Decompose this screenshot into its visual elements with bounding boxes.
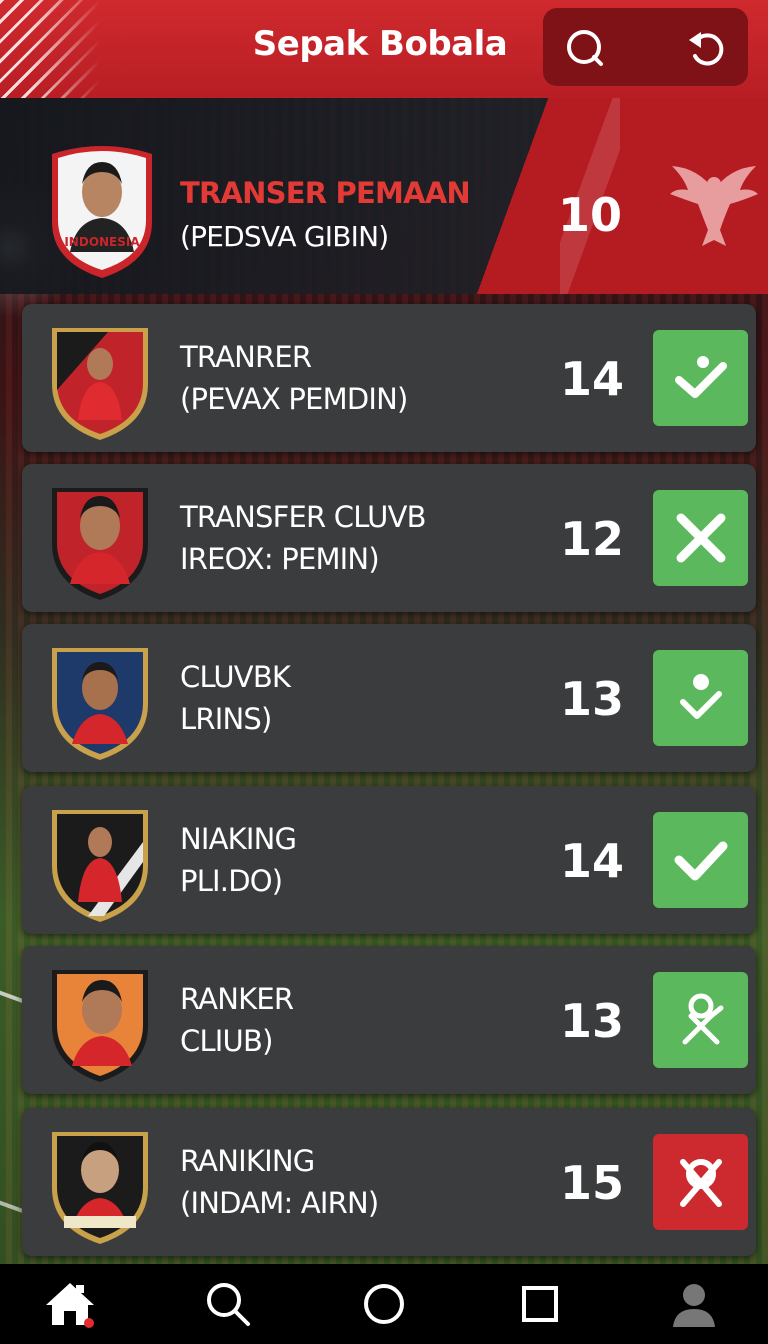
club-badge xyxy=(52,328,148,440)
search-icon xyxy=(567,30,603,66)
item-title: TRANRER xyxy=(180,340,312,374)
home-icon xyxy=(46,1283,94,1328)
item-subtitle: CLIUB) xyxy=(180,1024,273,1058)
undo-icon xyxy=(689,32,724,66)
item-subtitle: (INDAM: AIRN) xyxy=(180,1186,379,1220)
person-cross-icon xyxy=(682,993,723,1045)
profile-icon xyxy=(673,1284,715,1327)
list-item[interactable]: RANKER CLIUB) 13 xyxy=(22,946,756,1094)
nav-home-circle[interactable] xyxy=(334,1264,434,1344)
list-item[interactable]: TRANSFER CLUVB IREOX: PEMIN) 12 xyxy=(22,464,756,612)
club-badge xyxy=(52,810,148,922)
club-badge xyxy=(52,488,148,600)
circle-icon xyxy=(364,1284,404,1324)
search-icon xyxy=(207,1283,250,1326)
club-badge xyxy=(52,648,148,760)
square-icon xyxy=(522,1286,558,1322)
search-button[interactable] xyxy=(559,22,611,74)
item-number: 14 xyxy=(560,834,625,888)
remove-player-button[interactable] xyxy=(653,1134,748,1230)
item-subtitle: (PEVAX PEMDIN) xyxy=(180,382,408,416)
bottom-navigation xyxy=(0,1264,768,1344)
check-icon xyxy=(674,356,727,398)
item-number: 15 xyxy=(560,1156,625,1210)
list-item[interactable]: CLUVBK LRINS) 13 xyxy=(22,624,756,772)
list-item[interactable]: TRANRER (PEVAX PEMDIN) 14 xyxy=(22,304,756,452)
close-icon xyxy=(676,513,725,563)
item-number: 14 xyxy=(560,352,625,406)
garuda-eagle-icon xyxy=(670,166,758,246)
person-check-icon xyxy=(679,674,722,719)
list-item[interactable]: RANIKING (INDAM: AIRN) 15 xyxy=(22,1108,756,1256)
item-title: RANKER xyxy=(180,982,294,1016)
item-title: RANIKING xyxy=(180,1144,315,1178)
nav-recents[interactable] xyxy=(490,1264,590,1344)
item-number: 13 xyxy=(560,672,625,726)
reject-button[interactable] xyxy=(653,490,748,586)
item-number: 13 xyxy=(560,994,625,1048)
item-subtitle: LRINS) xyxy=(180,702,272,736)
top-actions xyxy=(543,8,748,86)
nav-search[interactable] xyxy=(178,1264,278,1344)
transfer-player-button[interactable] xyxy=(653,972,748,1068)
item-title: TRANSFER CLUVB xyxy=(180,500,427,534)
undo-button[interactable] xyxy=(679,22,731,74)
list-item[interactable]: NIAKING PLI.DO) 14 xyxy=(22,786,756,934)
approve-player-button[interactable] xyxy=(653,650,748,746)
person-cross-icon xyxy=(679,1159,722,1207)
club-badge xyxy=(52,970,148,1082)
top-bar: Sepak Bobala xyxy=(0,0,768,98)
check-icon xyxy=(674,841,727,881)
club-badge xyxy=(52,1132,148,1244)
item-title: NIAKING xyxy=(180,822,297,856)
item-number: 12 xyxy=(560,512,625,566)
item-subtitle: IREOX: PEMIN) xyxy=(180,542,380,576)
nav-profile[interactable] xyxy=(644,1264,744,1344)
item-subtitle: PLI.DO) xyxy=(180,864,283,898)
badge-text: INDONESIA xyxy=(64,235,140,249)
app-title: Sepak Bobala xyxy=(252,24,508,64)
featured-title: TRANSER PEMAAN xyxy=(180,176,471,210)
featured-player-badge: INDONESIA xyxy=(52,146,152,278)
accept-button[interactable] xyxy=(653,330,748,426)
item-title: CLUVBK xyxy=(180,660,291,694)
featured-number: 10 xyxy=(558,188,623,242)
header-stripes xyxy=(0,0,100,98)
nav-home[interactable] xyxy=(20,1264,120,1344)
featured-subtitle: (PEDSVA GIBIN) xyxy=(180,220,389,253)
accept-button[interactable] xyxy=(653,812,748,908)
